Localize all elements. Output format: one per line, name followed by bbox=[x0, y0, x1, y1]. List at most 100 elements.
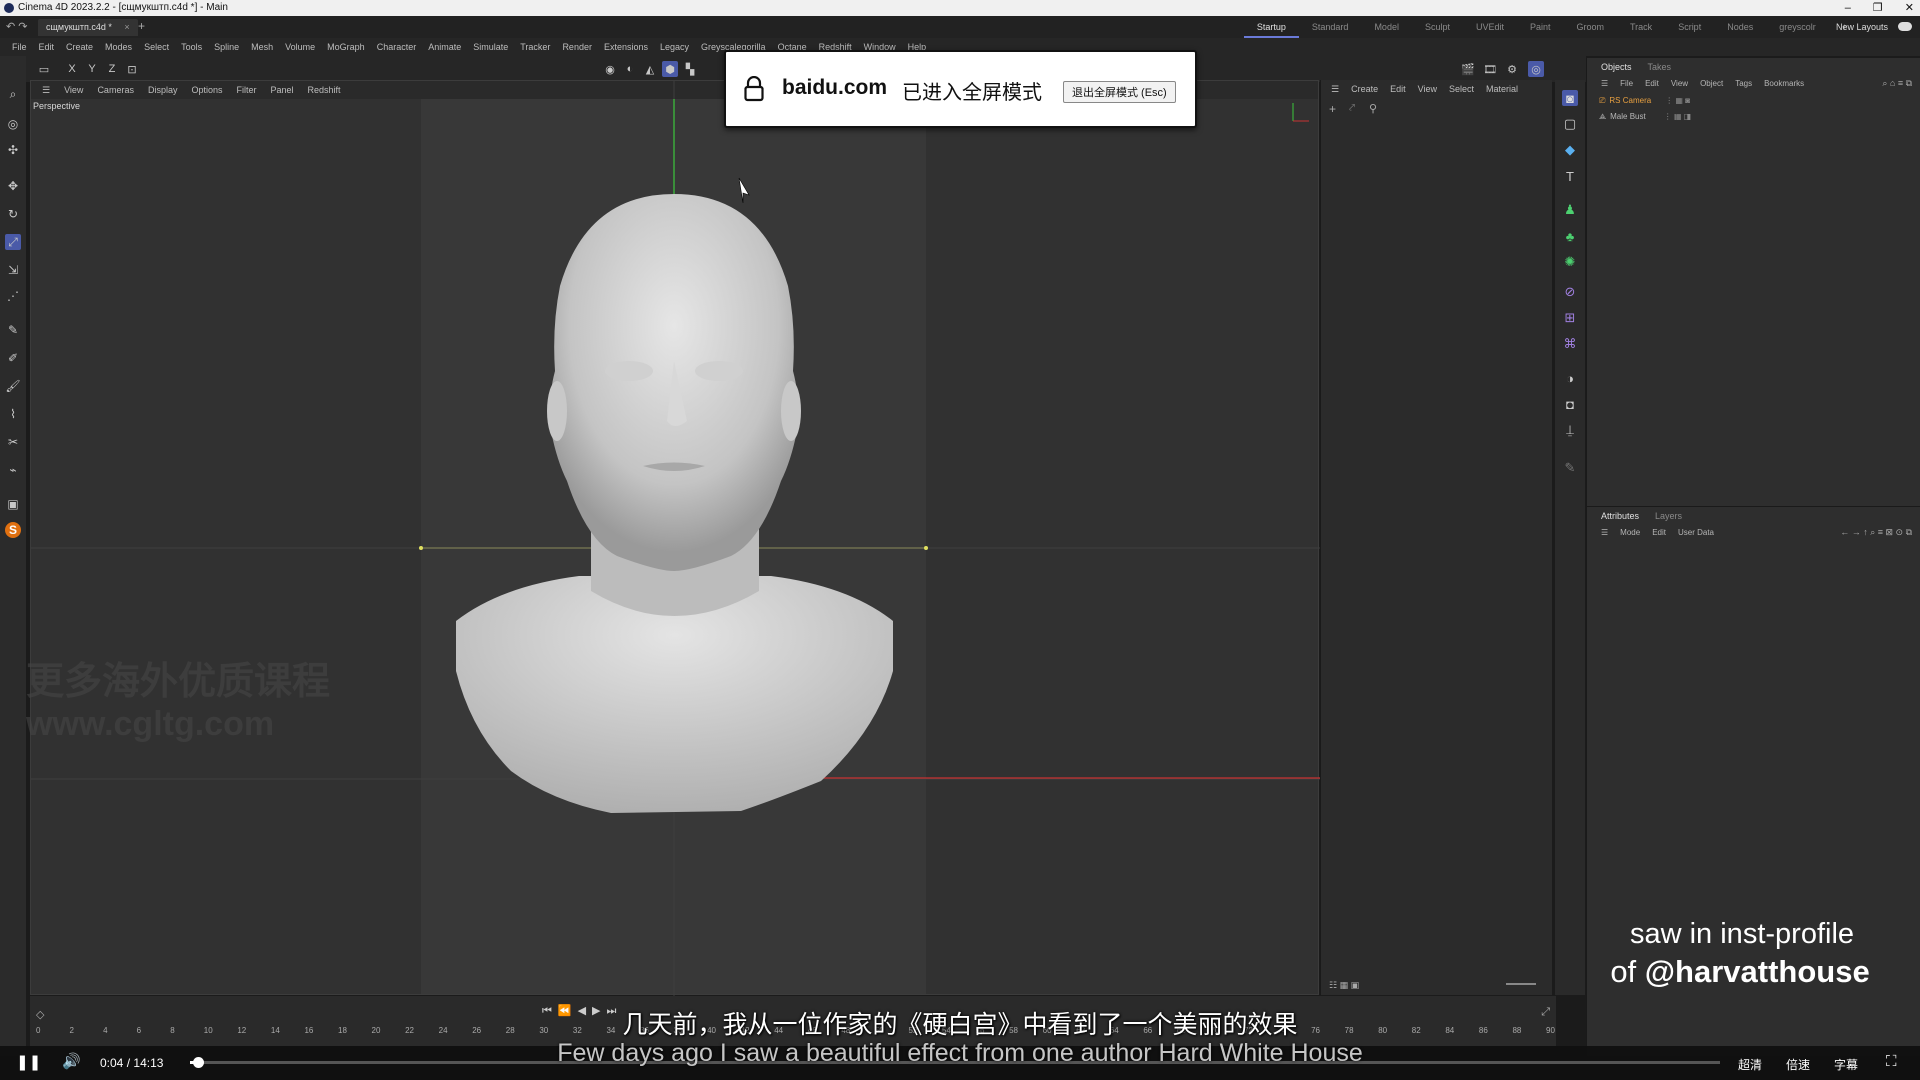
layout-tab-startup[interactable]: Startup bbox=[1243, 16, 1299, 38]
field-icon[interactable]: ⊞ bbox=[1562, 310, 1578, 326]
menu-mesh[interactable]: Mesh bbox=[245, 38, 279, 56]
attributes-menu-user-data[interactable]: User Data bbox=[1672, 525, 1720, 541]
document-tab[interactable]: сщмукштп.c4d * × bbox=[38, 19, 138, 36]
cb-menu-edit[interactable]: Edit bbox=[1384, 80, 1412, 98]
close-button[interactable]: ✕ bbox=[1905, 0, 1914, 16]
undo-redo-icon[interactable]: ↶ ↷ bbox=[6, 20, 28, 33]
model-mode-icon[interactable]: ⬢ bbox=[662, 61, 678, 77]
scale-tool-icon[interactable]: ⤢ bbox=[5, 234, 21, 250]
pause-button[interactable]: ❚❚ bbox=[16, 1053, 41, 1071]
menu-volume[interactable]: Volume bbox=[279, 38, 321, 56]
objects-menu-view[interactable]: View bbox=[1665, 76, 1694, 92]
viewport-perspective[interactable]: ☰ View Cameras Display Options Filter Pa… bbox=[30, 80, 1320, 996]
move-tool-icon[interactable]: ✥ bbox=[5, 178, 21, 194]
coordinate-system-icon[interactable]: ▭ bbox=[36, 61, 52, 77]
speed-button[interactable]: 倍速 bbox=[1786, 1056, 1810, 1073]
objects-menu-object[interactable]: Object bbox=[1694, 76, 1729, 92]
camera-object-icon[interactable]: ◙ bbox=[1562, 90, 1578, 106]
objects-menu-file[interactable]: File bbox=[1614, 76, 1639, 92]
menu-tools[interactable]: Tools bbox=[175, 38, 208, 56]
attributes-menu-icon[interactable]: ☰ bbox=[1595, 525, 1614, 541]
deformer-icon[interactable]: ⊘ bbox=[1562, 284, 1578, 300]
cb-menu-material[interactable]: Material bbox=[1480, 80, 1524, 98]
layout-tab-uvedit[interactable]: UVEdit bbox=[1463, 16, 1517, 38]
progress-knob[interactable] bbox=[192, 1057, 204, 1068]
brush-icon[interactable]: ⌇ bbox=[5, 406, 21, 422]
light-icon[interactable]: ⍊ bbox=[1562, 422, 1578, 438]
magnifier-icon[interactable]: ⌕ bbox=[5, 86, 21, 102]
minimize-button[interactable]: – bbox=[1845, 0, 1851, 16]
scene-manager-icon[interactable]: ▣ bbox=[5, 496, 21, 512]
tab-takes[interactable]: Takes bbox=[1640, 58, 1680, 76]
tab-attributes[interactable]: Attributes bbox=[1593, 507, 1647, 525]
sculpt-tool-icon[interactable]: ⌁ bbox=[5, 462, 21, 478]
layout-tab-script[interactable]: Script bbox=[1665, 16, 1714, 38]
edges-mode-icon[interactable]: ◐ bbox=[622, 61, 638, 77]
menu-file[interactable]: File bbox=[6, 38, 33, 56]
menu-select[interactable]: Select bbox=[138, 38, 175, 56]
timeline-expand-icon[interactable]: ⤢ bbox=[1541, 1006, 1550, 1019]
new-layouts-button[interactable]: New Layouts bbox=[1836, 16, 1888, 38]
layout-tab-groom[interactable]: Groom bbox=[1564, 16, 1618, 38]
content-browser-menu-icon[interactable]: ☰ bbox=[1325, 80, 1345, 98]
knife-tool-icon[interactable]: ✂ bbox=[5, 434, 21, 450]
maximize-button[interactable]: ❐ bbox=[1873, 0, 1883, 16]
render-camera-icon[interactable]: ◘ bbox=[1562, 396, 1578, 412]
lock-z-toggle[interactable]: Z bbox=[104, 61, 120, 77]
add-icon[interactable]: + bbox=[1329, 102, 1336, 116]
cloth-icon[interactable]: ♟ bbox=[1562, 202, 1578, 218]
edit-icon[interactable]: ✎ bbox=[1562, 460, 1578, 476]
search-icon[interactable]: ⌕ ⌂ ≡ ⧉ bbox=[1882, 78, 1912, 89]
points-mode-icon[interactable]: ◉ bbox=[602, 61, 618, 77]
lock-x-toggle[interactable]: X bbox=[64, 61, 80, 77]
snap-tool-icon[interactable]: ⋰ bbox=[5, 288, 21, 304]
render-picture-viewer-icon[interactable]: 🎞 bbox=[1482, 61, 1498, 77]
live-selection-icon[interactable]: ✣ bbox=[5, 142, 21, 158]
exit-fullscreen-button[interactable]: 退出全屏模式 (Esc) bbox=[1063, 81, 1176, 103]
cb-menu-select[interactable]: Select bbox=[1443, 80, 1480, 98]
spline-pen-icon[interactable]: ✎ bbox=[5, 322, 21, 338]
navigation-icon[interactable]: ← → ↑ ⌕ ≡ ⊠ ⊙ ⧉ bbox=[1840, 527, 1912, 538]
layout-tab-track[interactable]: Track bbox=[1617, 16, 1665, 38]
link-icon[interactable]: ⤤ bbox=[1349, 102, 1355, 115]
tab-layers[interactable]: Layers bbox=[1647, 507, 1690, 525]
menu-render[interactable]: Render bbox=[556, 38, 598, 56]
uv-mode-icon[interactable]: ▚ bbox=[682, 61, 698, 77]
volume-icon[interactable]: 🔊 bbox=[62, 1052, 81, 1070]
menu-animate[interactable]: Animate bbox=[422, 38, 467, 56]
visibility-dots-icon[interactable]: ⋮ ▦ ◙ bbox=[1665, 94, 1690, 108]
lock-y-toggle[interactable]: Y bbox=[84, 61, 100, 77]
keyframe-icon[interactable]: ◇ bbox=[36, 1008, 44, 1021]
effector-icon[interactable]: ✺ bbox=[1562, 254, 1578, 270]
layout-tab-nodes[interactable]: Nodes bbox=[1714, 16, 1766, 38]
menu-legacy[interactable]: Legacy bbox=[654, 38, 695, 56]
object-row-male-bust[interactable]: ⟁ Male Bust ⋮ ▦ ◨ bbox=[1599, 110, 1691, 124]
menu-edit[interactable]: Edit bbox=[33, 38, 61, 56]
substance-icon[interactable]: S bbox=[5, 522, 21, 538]
layout-tab-standard[interactable]: Standard bbox=[1299, 16, 1362, 38]
object-row-rs-camera[interactable]: ⎚ RS Camera ⋮ ▦ ◙ bbox=[1599, 94, 1690, 108]
polygons-mode-icon[interactable]: ◭ bbox=[642, 61, 658, 77]
menu-simulate[interactable]: Simulate bbox=[467, 38, 514, 56]
layout-tab-paint[interactable]: Paint bbox=[1517, 16, 1564, 38]
menu-extensions[interactable]: Extensions bbox=[598, 38, 654, 56]
layout-toggle-switch[interactable] bbox=[1898, 22, 1912, 31]
exit-fullscreen-icon[interactable]: ⛶ bbox=[1886, 1053, 1897, 1070]
list-view-icon[interactable]: ☷ ▦ ▣ bbox=[1329, 980, 1359, 991]
layout-tab-greyscolr[interactable]: greyscolr bbox=[1766, 16, 1829, 38]
null-object-icon[interactable]: ▢ bbox=[1562, 116, 1578, 132]
objects-menu-tags[interactable]: Tags bbox=[1729, 76, 1758, 92]
render-settings-icon[interactable]: ⚙ bbox=[1504, 61, 1520, 77]
sketch-tool-icon[interactable]: ✐ bbox=[5, 350, 21, 366]
tab-objects[interactable]: Objects bbox=[1593, 58, 1640, 76]
select-tool-icon[interactable]: ◎ bbox=[5, 116, 21, 132]
environment-icon[interactable]: ◑ bbox=[1562, 370, 1578, 386]
redshift-render-icon[interactable]: ◎ bbox=[1528, 61, 1544, 77]
menu-character[interactable]: Character bbox=[371, 38, 423, 56]
menu-create[interactable]: Create bbox=[60, 38, 99, 56]
close-tab-icon[interactable]: × bbox=[124, 22, 129, 32]
layout-tab-model[interactable]: Model bbox=[1361, 16, 1412, 38]
scale-handle[interactable] bbox=[419, 546, 423, 550]
quality-button[interactable]: 超清 bbox=[1738, 1056, 1762, 1073]
subtitles-button[interactable]: 字幕 bbox=[1834, 1056, 1858, 1073]
